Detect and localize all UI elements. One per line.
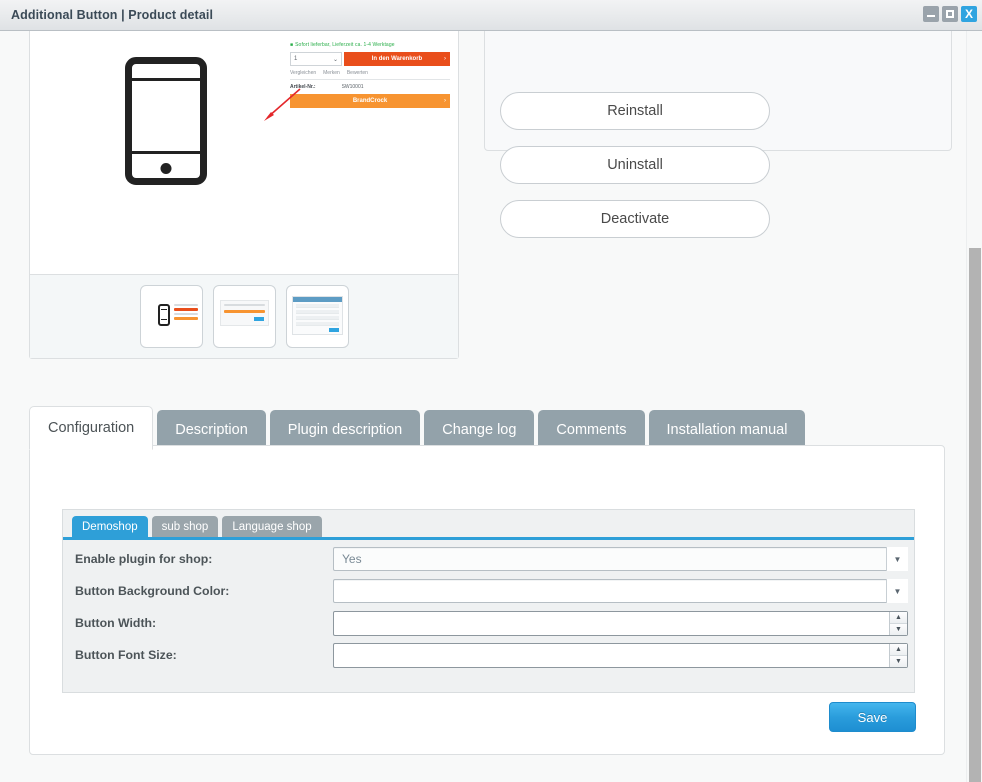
article-number-row: Artikel-Nr.: SW10001	[290, 84, 450, 90]
chevron-down-icon: ⌄	[332, 56, 338, 63]
article-number-value: SW10001	[341, 84, 364, 90]
cart-row: 1 ⌄ In den Warenkorb ›	[290, 52, 450, 66]
thumbnail-strip	[30, 274, 458, 358]
link-rate: Bewerten	[346, 70, 368, 76]
preview-stage: Sofort lieferbar, Lieferzeit ca. 1-4 Wer…	[30, 31, 458, 276]
vertical-scrollbar-track[interactable]	[966, 31, 982, 782]
spinner-up-icon[interactable]: ▲	[890, 643, 907, 656]
chevron-right-icon: ›	[444, 56, 446, 62]
subtab-language-shop[interactable]: Language shop	[222, 516, 322, 537]
control-button-width: ▲ ▼	[333, 610, 908, 636]
mini-backend-panel	[291, 296, 343, 335]
subtab-demoshop[interactable]: Demoshop	[72, 516, 148, 537]
select-enable-plugin[interactable]: Yes ▼	[333, 547, 908, 571]
tab-description[interactable]: Description	[157, 410, 266, 450]
mini-config-panel	[219, 300, 269, 326]
minimize-button[interactable]	[923, 6, 939, 22]
field-row-enable-plugin: Enable plugin for shop: Yes ▼	[63, 543, 914, 575]
mini-shop-mock	[173, 302, 198, 320]
thumbnail-product-detail[interactable]	[139, 285, 203, 348]
tab-installation-manual[interactable]: Installation manual	[648, 410, 806, 450]
window-controls: X	[923, 6, 977, 22]
select-enable-plugin-value: Yes	[342, 552, 362, 566]
shop-config-formbox: Demoshop sub shop Language shop Enable p…	[62, 509, 915, 693]
phone-illustration-icon	[125, 57, 207, 185]
quantity-value: 1	[294, 56, 298, 62]
reinstall-button[interactable]: Reinstall	[500, 92, 770, 130]
input-button-width[interactable]	[333, 610, 908, 636]
chevron-down-icon[interactable]: ▼	[886, 579, 908, 603]
plugin-preview-card: Sofort lieferbar, Lieferzeit ca. 1-4 Wer…	[29, 31, 459, 359]
custom-button-label: BrandCrock	[352, 98, 388, 104]
product-links: Vergleichen Merken Bewerten	[290, 70, 450, 80]
vertical-scrollbar-thumb[interactable]	[969, 248, 981, 782]
phone-screen	[132, 78, 200, 154]
spinner-button-font-size: ▲ ▼	[889, 643, 907, 667]
save-button[interactable]: Save	[829, 702, 916, 732]
tab-configuration[interactable]: Configuration	[29, 406, 154, 450]
phone-home-button-icon	[160, 163, 172, 174]
tab-plugin-description[interactable]: Plugin description	[269, 410, 421, 450]
add-to-cart-button: In den Warenkorb ›	[344, 52, 450, 66]
plugin-action-buttons: Reinstall Uninstall Deactivate	[500, 92, 770, 238]
label-button-width: Button Width:	[75, 616, 157, 630]
label-enable-plugin: Enable plugin for shop:	[75, 552, 213, 566]
control-button-font-size: ▲ ▼	[333, 642, 908, 668]
subtab-sub-shop[interactable]: sub shop	[151, 516, 219, 537]
close-button[interactable]: X	[961, 6, 977, 22]
configuration-panel: Demoshop sub shop Language shop Enable p…	[29, 445, 945, 755]
control-enable-plugin: Yes ▼	[333, 547, 908, 571]
window-titlebar: Additional Button | Product detail X	[0, 0, 982, 31]
link-compare: Vergleichen	[290, 70, 317, 76]
mini-phone-icon	[157, 304, 170, 326]
shop-subtabs: Demoshop sub shop Language shop	[63, 510, 914, 540]
spinner-up-icon[interactable]: ▲	[890, 611, 907, 624]
quantity-select: 1 ⌄	[290, 52, 342, 66]
thumbnail-backend[interactable]	[285, 285, 349, 348]
select-button-background-color[interactable]: ▼	[333, 579, 908, 603]
availability-text: Sofort lieferbar, Lieferzeit ca. 1-4 Wer…	[290, 42, 450, 48]
uninstall-button[interactable]: Uninstall	[500, 146, 770, 184]
spinner-button-width: ▲ ▼	[889, 611, 907, 635]
shop-screenshot-mock: Sofort lieferbar, Lieferzeit ca. 1-4 Wer…	[290, 42, 450, 147]
link-remember: Merken	[323, 70, 340, 76]
field-row-button-background-color: Button Background Color: ▼	[63, 575, 914, 607]
main-tabbar: Configuration Description Plugin descrip…	[29, 406, 919, 450]
custom-additional-button: BrandCrock ›	[290, 94, 450, 108]
field-row-button-font-size: Button Font Size: ▲ ▼	[63, 639, 914, 671]
tab-change-log[interactable]: Change log	[424, 410, 535, 450]
page-viewport: Sofort lieferbar, Lieferzeit ca. 1-4 Wer…	[0, 31, 982, 782]
label-button-background-color: Button Background Color:	[75, 584, 230, 598]
maximize-button[interactable]	[942, 6, 958, 22]
chevron-down-icon[interactable]: ▼	[886, 547, 908, 571]
input-button-font-size[interactable]	[333, 642, 908, 668]
deactivate-button[interactable]: Deactivate	[500, 200, 770, 238]
chevron-right-icon: ›	[444, 98, 446, 104]
control-button-background-color: ▼	[333, 579, 908, 603]
thumbnail-configuration[interactable]	[212, 285, 276, 348]
spinner-down-icon[interactable]: ▼	[890, 623, 907, 635]
save-bar: Save	[30, 692, 944, 754]
tab-comments[interactable]: Comments	[538, 410, 645, 450]
add-to-cart-label: In den Warenkorb	[371, 56, 423, 62]
label-button-font-size: Button Font Size:	[75, 648, 177, 662]
spinner-down-icon[interactable]: ▼	[890, 655, 907, 667]
window-title: Additional Button | Product detail	[11, 8, 214, 22]
config-form-rows: Enable plugin for shop: Yes ▼ Button Bac…	[63, 543, 914, 671]
annotation-arrow-icon	[264, 88, 301, 121]
field-row-button-width: Button Width: ▲ ▼	[63, 607, 914, 639]
